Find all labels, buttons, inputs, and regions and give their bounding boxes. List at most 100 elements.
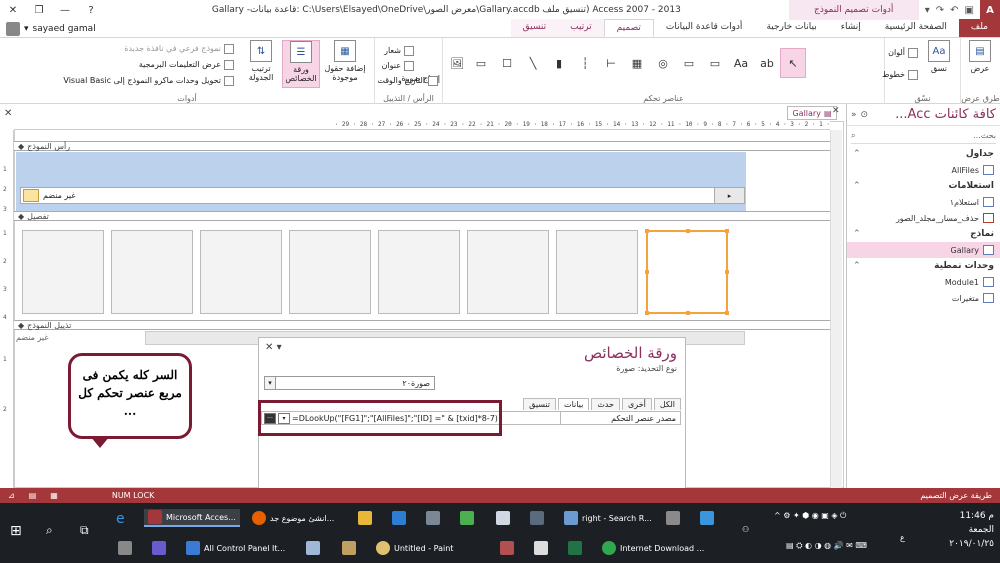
people-icon[interactable]: ⚇	[742, 525, 749, 534]
pane-options-icon[interactable]: ▾	[277, 342, 282, 353]
tab-file[interactable]: ملف	[958, 19, 1000, 37]
system-tray-icons-row2[interactable]: ▤ ⛭ ◐ ◑ ◍ 🔊 ✉ ⌨	[786, 541, 867, 551]
windows-start-icon[interactable]: ⊞	[10, 523, 22, 539]
tab-create[interactable]: إنشاء	[829, 19, 873, 37]
app-icon-palette[interactable]	[500, 541, 514, 555]
task-view-icon[interactable]: ⧉	[80, 523, 89, 538]
view-button[interactable]: ▤ عرض	[961, 40, 999, 88]
tab-format[interactable]: تنسيق	[510, 19, 559, 37]
layout-view-icon[interactable]: ▤	[29, 491, 37, 500]
tab-data[interactable]: بيانات	[558, 398, 590, 410]
app-icon-tools[interactable]	[666, 511, 680, 525]
collapse-nav-icon[interactable]: «	[851, 110, 857, 120]
subform-new-window-button[interactable]: نموذج فرعي في نافذة جديدة	[124, 42, 234, 55]
select-pointer-icon[interactable]: ↖	[780, 48, 806, 78]
resize-handle[interactable]	[725, 311, 729, 315]
detail-section-bar[interactable]: ◆ تفصيل	[14, 211, 830, 221]
tab-home[interactable]: الصفحة الرئيسية	[873, 19, 959, 37]
close-ribbon-icon[interactable]: ✕	[4, 108, 12, 119]
web-browser-icon[interactable]: ◎	[650, 48, 676, 78]
nav-item-allfiles[interactable]: AllFiles	[847, 162, 1000, 178]
resize-handle[interactable]	[686, 311, 690, 315]
taskbar-search-results[interactable]: right - Search R...	[564, 511, 652, 525]
nav-item-query1[interactable]: استعلام١	[847, 194, 1000, 210]
taskbar-firefox[interactable]: انشىٔ موضوع جد...	[252, 511, 334, 525]
image-control-3[interactable]	[200, 230, 282, 314]
control-selector[interactable]: صورة٢٠ ▾	[264, 376, 435, 390]
nav-pane-title[interactable]: كافة كائنات Acc...	[872, 107, 996, 122]
tab-database-tools[interactable]: أدوات قاعدة البيانات	[654, 19, 755, 37]
redo-icon[interactable]: ↷	[936, 5, 944, 16]
nav-item-delete-query[interactable]: حذف_مسار_مجلد_الصور	[847, 210, 1000, 226]
themes-button[interactable]: Aa نسق	[920, 40, 958, 88]
nav-item-module1[interactable]: Module1	[847, 274, 1000, 290]
minimize-window-icon[interactable]: —	[52, 5, 78, 16]
save-icon[interactable]: ▣	[965, 5, 974, 16]
resize-handle[interactable]	[725, 229, 729, 233]
resize-handle[interactable]	[645, 270, 649, 274]
tab-external-data[interactable]: بيانات خارجية	[754, 19, 828, 37]
folder-browse-icon[interactable]	[23, 189, 39, 202]
taskbar-access[interactable]: Microsoft Acces...	[144, 509, 240, 527]
page-break-icon[interactable]: ┆	[572, 48, 598, 78]
access-app-icon[interactable]: A	[980, 0, 1000, 20]
checkbox-control-icon[interactable]: ☐	[494, 48, 520, 78]
combo-arrow-icon[interactable]: ▸	[714, 188, 744, 203]
nav-item-gallary[interactable]: Gallary	[847, 242, 1000, 258]
tab-other[interactable]: أخرى	[622, 398, 652, 410]
file-explorer-icon[interactable]	[358, 511, 372, 525]
excel-icon[interactable]	[568, 541, 582, 555]
form-footer-section-bar[interactable]: ◆ تذييل النموذج	[14, 320, 830, 330]
nav-category-forms[interactable]: نماذج ⌃	[847, 226, 1000, 242]
resize-handle[interactable]	[725, 270, 729, 274]
image-control-4[interactable]	[289, 230, 371, 314]
tab-event[interactable]: حدث	[591, 398, 621, 410]
app-icon-cog[interactable]	[700, 511, 714, 525]
form-view-icon[interactable]: ▦	[50, 491, 58, 500]
app-icon-tool[interactable]	[530, 511, 544, 525]
nav-category-queries[interactable]: استعلامات ⌃	[847, 178, 1000, 194]
tab-arrange[interactable]: ترتيب	[558, 19, 604, 37]
image-control-6[interactable]	[467, 230, 549, 314]
property-sheet-button[interactable]: ☰ ورقة الخصائص	[282, 40, 320, 88]
object-frame-icon[interactable]: ▦	[624, 48, 650, 78]
app-icon-colorful[interactable]	[460, 511, 474, 525]
image-control-selected[interactable]	[645, 229, 729, 315]
chevron-down-icon[interactable]: ▾	[264, 376, 276, 390]
image-control-2[interactable]	[111, 230, 193, 314]
app-icon-box[interactable]	[342, 541, 356, 555]
chart-control-icon[interactable]: ▮	[546, 48, 572, 78]
line-control-icon[interactable]: ╲	[520, 48, 546, 78]
header-unbound-combo[interactable]: غير منضم ▸	[20, 187, 745, 204]
taskbar-paint[interactable]: Untitled - Paint	[376, 541, 453, 555]
rectangle-control-icon[interactable]: ▭	[468, 48, 494, 78]
fonts-button[interactable]: خطوط	[882, 68, 918, 81]
app-icon-doc[interactable]	[496, 511, 510, 525]
image-control-5[interactable]	[378, 230, 460, 314]
datetime-button[interactable]: التاريخ والوقت	[377, 74, 438, 87]
label-control-icon[interactable]: Aa	[728, 48, 754, 78]
nav-category-modules[interactable]: وحدات نمطية ⌃	[847, 258, 1000, 274]
user-dropdown-icon[interactable]: ▾	[24, 24, 29, 34]
search-icon[interactable]: ⌕	[46, 523, 53, 538]
help-icon[interactable]: ?	[78, 5, 104, 16]
user-account[interactable]: ▾ sayaed gamal	[0, 20, 96, 38]
image-control-1[interactable]	[22, 230, 104, 314]
textbox-control-icon[interactable]: ab	[754, 48, 780, 78]
image-control-7[interactable]	[556, 230, 638, 314]
form-header-section-bar[interactable]: ◆ رأس النموذج	[14, 141, 830, 151]
logo-button[interactable]: شعار	[384, 44, 414, 57]
mail-icon[interactable]	[534, 541, 548, 555]
input-language[interactable]: ع	[900, 533, 905, 542]
app-icon-link[interactable]	[152, 541, 166, 555]
button-control-icon[interactable]: ▭	[702, 48, 728, 78]
close-pane-icon[interactable]: ✕	[265, 342, 273, 353]
customize-dropdown-icon[interactable]: ▾	[925, 5, 930, 16]
app-icon-small[interactable]	[118, 541, 132, 555]
nav-menu-icon[interactable]: ⊙	[861, 110, 869, 120]
nav-item-variables[interactable]: متغيرات	[847, 290, 1000, 306]
title-button[interactable]: عنوان	[382, 59, 414, 72]
close-window-icon[interactable]: ✕	[0, 5, 26, 16]
resize-handle[interactable]	[645, 229, 649, 233]
tab-control-icon[interactable]: ▭	[676, 48, 702, 78]
